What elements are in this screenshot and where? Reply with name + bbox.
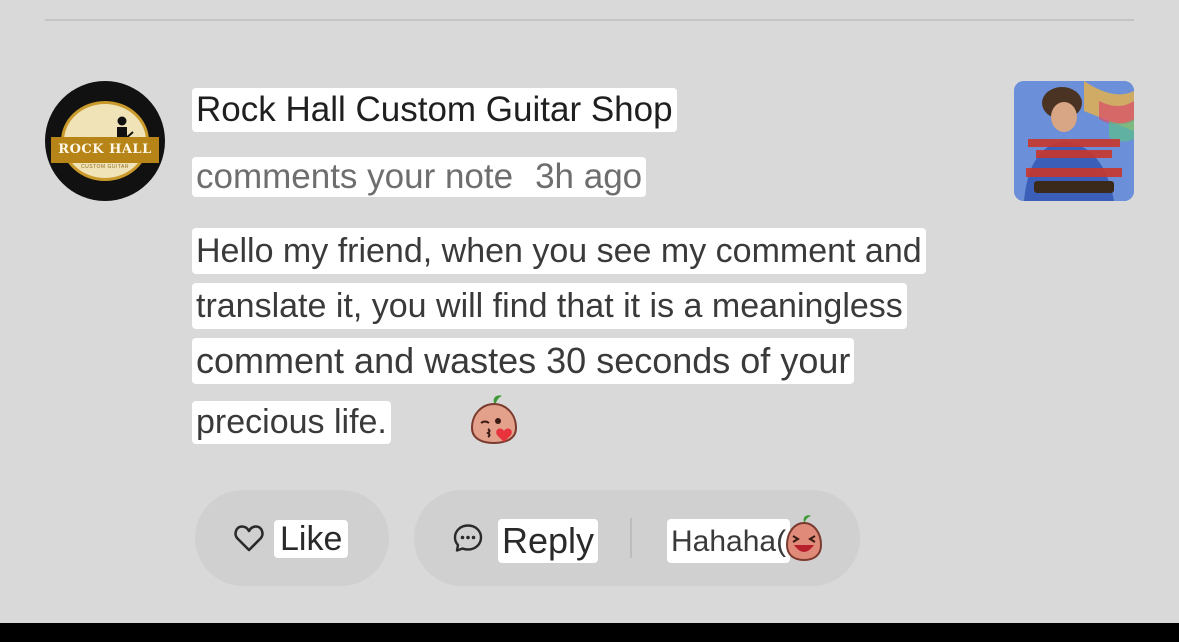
laughing-emoji-icon[interactable] <box>784 514 824 564</box>
logo-text: ROCK HALL <box>51 137 159 163</box>
reply-button[interactable]: Reply <box>498 519 599 563</box>
comment-bubble-icon <box>453 524 483 552</box>
comment-line: comment and wastes 30 seconds of your <box>192 338 855 384</box>
top-divider <box>45 19 1134 21</box>
blowing-kiss-emoji-icon <box>470 395 518 445</box>
notification-meta: comments your note 3h ago <box>192 157 647 197</box>
bottom-bar <box>0 623 1179 642</box>
separator <box>630 518 632 558</box>
video-thumbnail-icon <box>1014 81 1134 201</box>
comment-line: precious life. <box>192 401 391 444</box>
avatar[interactable]: ROCK HALL CUSTOM GUITAR <box>45 81 165 201</box>
comment-line: translate it, you will find that it is a… <box>192 283 907 329</box>
action-text: comments your note <box>196 157 514 196</box>
timestamp: 3h ago <box>535 157 643 196</box>
quick-reply-suggestion[interactable]: Hahaha( <box>667 519 791 563</box>
logo-subtext: CUSTOM GUITAR <box>81 164 129 170</box>
note-thumbnail[interactable] <box>1014 81 1134 201</box>
heart-icon <box>234 525 264 552</box>
like-label[interactable]: Like <box>274 520 349 558</box>
comment-line: Hello my friend, when you see my comment… <box>192 228 926 274</box>
author-name[interactable]: Rock Hall Custom Guitar Shop <box>192 88 677 132</box>
